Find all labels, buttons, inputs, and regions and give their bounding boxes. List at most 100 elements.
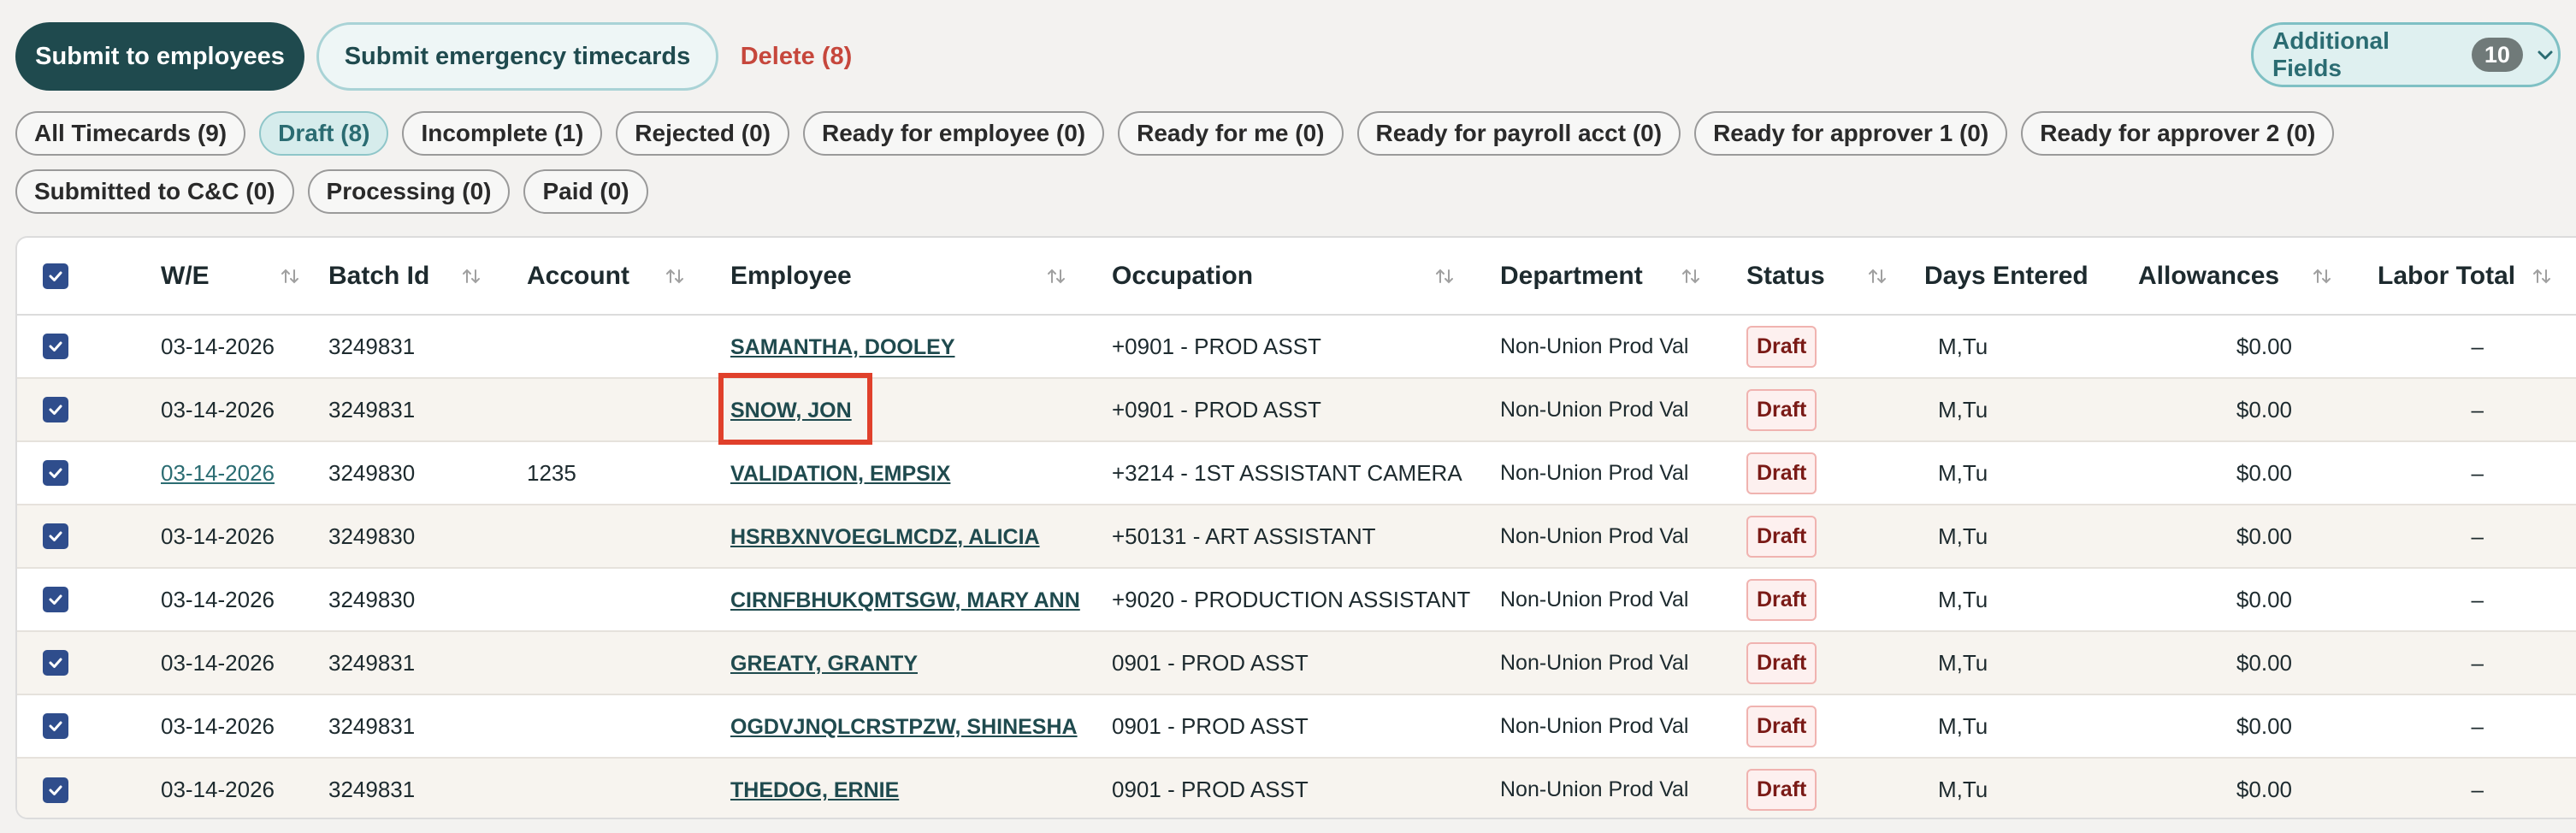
header-status-label: Status — [1746, 261, 1825, 290]
employee-link[interactable]: HSRBXNVOEGLMCDZ, ALICIA — [730, 525, 1040, 549]
table-row[interactable]: 03-14-2026 3249831 SNOW, JON +0901 - PROD A… — [17, 378, 2576, 441]
cell-account — [527, 694, 730, 758]
cell-employee: SAMANTHA, DOOLEY — [730, 315, 1112, 378]
chip-ready-for-approver-1[interactable]: Ready for approver 1 (0) — [1694, 111, 2008, 156]
table-row[interactable]: 03-14-2026 3249831 THEDOG, ERNIE 0901 - PRO… — [17, 758, 2576, 818]
row-checkbox[interactable] — [43, 650, 68, 676]
header-status[interactable]: Status — [1746, 238, 1924, 316]
cell-occupation: 0901 - PROD ASST — [1112, 777, 1309, 802]
cell-days-entered: M,Tu — [1938, 777, 1988, 802]
row-select-cell — [17, 568, 161, 631]
status-badge: Draft — [1746, 641, 1817, 684]
cell-we: 03-14-2026 — [161, 568, 328, 631]
sort-icon[interactable] — [2529, 263, 2555, 289]
table-row[interactable]: 03-14-2026 3249830 1235 VALIDATION, EMPSIX +… — [17, 441, 2576, 505]
cell-labor-total: – — [2471, 396, 2484, 422]
cell-status: Draft — [1746, 378, 1924, 441]
cell-batch-id: 3249831 — [328, 333, 416, 359]
header-employee[interactable]: Employee — [730, 238, 1112, 316]
cell-days-entered: M,Tu — [1938, 649, 1988, 676]
sort-icon[interactable] — [1043, 263, 1069, 289]
header-labor-total[interactable]: Labor Total — [2378, 238, 2576, 316]
sort-icon[interactable] — [1432, 263, 1457, 289]
employee-link[interactable]: SNOW, JON — [730, 399, 852, 422]
table-row[interactable]: 03-14-2026 3249830 HSRBXNVOEGLMCDZ, ALICIA… — [17, 505, 2576, 568]
chip-submitted-to-cc[interactable]: Submitted to C&C (0) — [15, 169, 294, 214]
cell-allowances: $0.00 — [2236, 396, 2292, 422]
header-allowances-label: Allowances — [2138, 261, 2280, 290]
chip-draft[interactable]: Draft (8) — [259, 111, 389, 156]
chip-ready-for-approver-2[interactable]: Ready for approver 2 (0) — [2021, 111, 2335, 156]
chip-paid[interactable]: Paid (0) — [523, 169, 648, 214]
additional-fields-button[interactable]: Additional Fields 10 — [2251, 22, 2561, 87]
cell-we: 03-14-2026 — [161, 694, 328, 758]
sort-icon[interactable] — [662, 263, 688, 289]
we-value: 03-14-2026 — [161, 649, 275, 676]
cell-status: Draft — [1746, 505, 1924, 568]
cell-labor-total: – — [2471, 777, 2484, 802]
cell-department: Non-Union Prod Val — [1500, 713, 1689, 738]
sort-icon[interactable] — [1864, 263, 1890, 289]
cell-status: Draft — [1746, 631, 1924, 694]
cell-department: Non-Union Prod Val — [1500, 777, 1689, 801]
chip-rejected[interactable]: Rejected (0) — [616, 111, 789, 156]
cell-days-entered: M,Tu — [1938, 586, 1988, 612]
employee-link[interactable]: OGDVJNQLCRSTPZW, SHINESHA — [730, 715, 1078, 739]
chip-all-timecards[interactable]: All Timecards (9) — [15, 111, 246, 156]
employee-link[interactable]: SAMANTHA, DOOLEY — [730, 335, 955, 359]
submit-to-employees-button[interactable]: Submit to employees — [15, 22, 304, 91]
row-select-cell — [17, 378, 161, 441]
row-select-cell — [17, 758, 161, 818]
chip-ready-for-me[interactable]: Ready for me (0) — [1118, 111, 1344, 156]
sort-icon[interactable] — [277, 263, 303, 289]
employee-link[interactable]: CIRNFBHUKQMTSGW, MARY ANN — [730, 588, 1080, 612]
we-value: 03-14-2026 — [161, 586, 275, 612]
row-select-cell — [17, 694, 161, 758]
row-checkbox[interactable] — [43, 523, 68, 549]
header-batch-id[interactable]: Batch Id — [328, 238, 527, 316]
select-all-checkbox[interactable] — [43, 263, 68, 289]
table-row[interactable]: 03-14-2026 3249831 OGDVJNQLCRSTPZW, SHINES… — [17, 694, 2576, 758]
cell-allowances: $0.00 — [2236, 712, 2292, 739]
employee-link[interactable]: THEDOG, ERNIE — [730, 778, 899, 802]
delete-button[interactable]: Delete (8) — [732, 22, 860, 91]
table-row[interactable]: 03-14-2026 3249831 GREATY, GRANTY 0901 - PR… — [17, 631, 2576, 694]
sort-icon[interactable] — [2309, 263, 2335, 289]
cell-department: Non-Union Prod Val — [1500, 334, 1689, 358]
row-checkbox[interactable] — [43, 397, 68, 422]
cell-department: Non-Union Prod Val — [1500, 650, 1689, 675]
submit-emergency-timecards-button[interactable]: Submit emergency timecards — [316, 22, 718, 91]
chip-processing[interactable]: Processing (0) — [307, 169, 511, 214]
row-checkbox[interactable] — [43, 334, 68, 359]
chip-incomplete[interactable]: Incomplete (1) — [402, 111, 603, 156]
header-allowances[interactable]: Allowances — [2138, 238, 2378, 316]
sort-icon[interactable] — [458, 263, 484, 289]
cell-employee: GREATY, GRANTY — [730, 631, 1112, 694]
row-checkbox[interactable] — [43, 460, 68, 486]
chip-row: Submitted to C&C (0) Processing (0) Paid… — [15, 169, 2393, 214]
employee-link[interactable]: VALIDATION, EMPSIX — [730, 462, 950, 486]
table-body: 03-14-2026 3249831 SAMANTHA, DOOLEY +0901 -… — [17, 315, 2576, 818]
header-department[interactable]: Department — [1500, 238, 1746, 316]
row-select-cell — [17, 441, 161, 505]
cell-department: Non-Union Prod Val — [1500, 460, 1689, 485]
chip-ready-for-employee[interactable]: Ready for employee (0) — [803, 111, 1105, 156]
cell-we[interactable]: 03-14-2026 — [161, 441, 328, 505]
chip-ready-for-payroll-acct[interactable]: Ready for payroll acct (0) — [1356, 111, 1681, 156]
we-value[interactable]: 03-14-2026 — [161, 460, 275, 486]
row-select-cell — [17, 505, 161, 568]
row-checkbox[interactable] — [43, 713, 68, 739]
cell-days-entered: M,Tu — [1938, 712, 1988, 739]
cell-labor-total: – — [2471, 459, 2484, 486]
cell-allowances: $0.00 — [2236, 459, 2292, 486]
header-we[interactable]: W/E — [161, 238, 328, 316]
header-occupation[interactable]: Occupation — [1112, 238, 1500, 316]
employee-link[interactable]: GREATY, GRANTY — [730, 652, 918, 676]
row-checkbox[interactable] — [43, 777, 68, 803]
table-row[interactable]: 03-14-2026 3249831 SAMANTHA, DOOLEY +0901 -… — [17, 315, 2576, 378]
cell-occupation: +0901 - PROD ASST — [1112, 333, 1321, 359]
sort-icon[interactable] — [1678, 263, 1704, 289]
row-checkbox[interactable] — [43, 587, 68, 612]
header-account[interactable]: Account — [527, 238, 730, 316]
table-row[interactable]: 03-14-2026 3249830 CIRNFBHUKQMTSGW, MARY A… — [17, 568, 2576, 631]
